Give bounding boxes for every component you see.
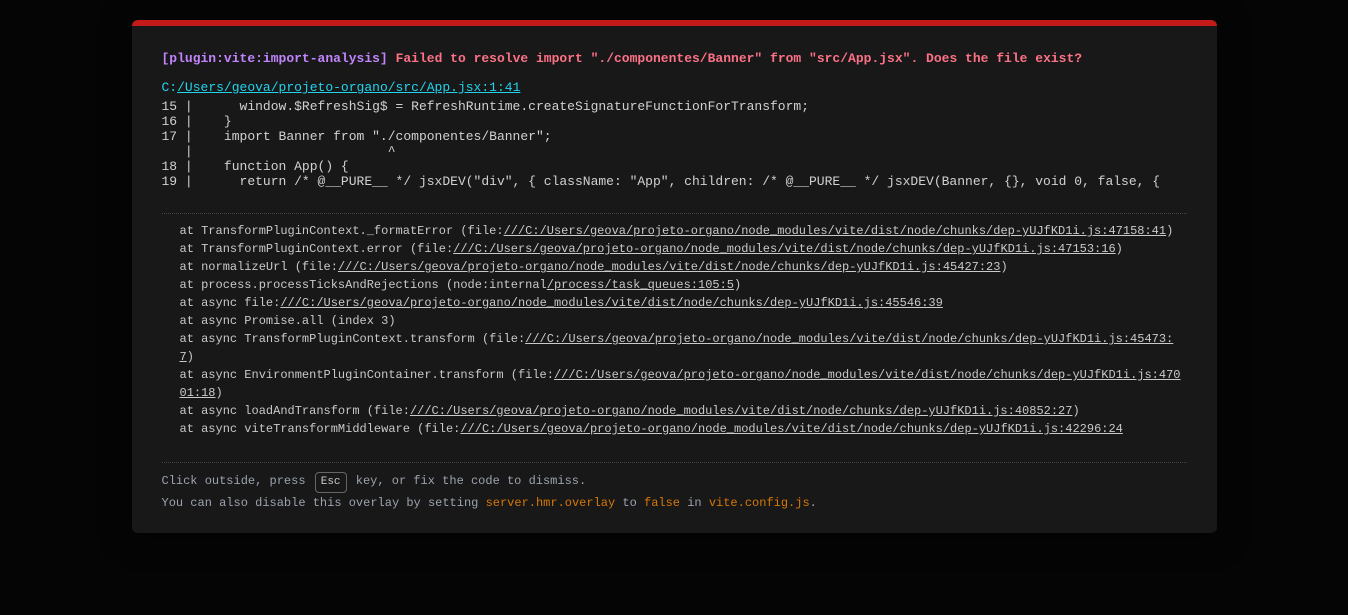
stack-link[interactable]: ///C:/Users/geova/projeto-organo/node_mo… xyxy=(180,368,1181,400)
stack-frame: at normalizeUrl (file:///C:/Users/geova/… xyxy=(180,258,1187,276)
vite-error-overlay: [plugin:vite:import-analysis] Failed to … xyxy=(132,20,1217,533)
code-frame[interactable]: 15 | window.$RefreshSig$ = RefreshRuntim… xyxy=(162,99,1187,199)
code-line: 15 | window.$RefreshSig$ = RefreshRuntim… xyxy=(162,99,810,114)
divider xyxy=(162,462,1187,463)
stack-link[interactable]: ///C:/Users/geova/projeto-organo/node_mo… xyxy=(338,260,1001,274)
plugin-tag: [plugin:vite:import-analysis] xyxy=(162,51,388,66)
file-path-link[interactable]: /Users/geova/projeto-organo/src/App.jsx:… xyxy=(177,80,520,95)
code-line: 16 | } xyxy=(162,114,232,129)
overlay-content: [plugin:vite:import-analysis] Failed to … xyxy=(132,26,1217,533)
stack-frame: at async viteTransformMiddleware (file:/… xyxy=(180,420,1187,438)
config-key: server.hmr.overlay xyxy=(486,496,616,510)
dismiss-tip: Click outside, press Esc key, or fix the… xyxy=(162,471,1187,513)
stack-trace: at TransformPluginContext._formatError (… xyxy=(162,222,1187,448)
stack-link[interactable]: ///C:/Users/geova/projeto-organo/node_mo… xyxy=(460,422,1123,436)
drive-label: C: xyxy=(162,80,178,95)
stack-link[interactable]: /process/task_queues:105:5 xyxy=(547,278,734,292)
stack-frame: at async file:///C:/Users/geova/projeto-… xyxy=(180,294,1187,312)
tip-text: Click outside, press xyxy=(162,474,313,488)
tip-text: in xyxy=(680,496,709,510)
stack-link[interactable]: ///C:/Users/geova/projeto-organo/node_mo… xyxy=(180,332,1174,364)
tip-text: key, or fix the code to dismiss. xyxy=(349,474,587,488)
stack-frame: at TransformPluginContext.error (file://… xyxy=(180,240,1187,258)
stack-frame: at async EnvironmentPluginContainer.tran… xyxy=(180,366,1187,402)
error-header: [plugin:vite:import-analysis] Failed to … xyxy=(162,51,1187,66)
esc-key: Esc xyxy=(315,472,347,493)
code-line: | ^ xyxy=(162,144,396,159)
stack-frame: at process.processTicksAndRejections (no… xyxy=(180,276,1187,294)
stack-link[interactable]: ///C:/Users/geova/projeto-organo/node_mo… xyxy=(453,242,1116,256)
config-file: vite.config.js xyxy=(709,496,810,510)
tip-text: to xyxy=(615,496,644,510)
code-line: 17 | import Banner from "./componentes/B… xyxy=(162,129,552,144)
tip-text: . xyxy=(810,496,817,510)
error-message: Failed to resolve import "./componentes/… xyxy=(396,51,1083,66)
stack-frame: at async loadAndTransform (file:///C:/Us… xyxy=(180,402,1187,420)
divider xyxy=(162,213,1187,214)
stack-link[interactable]: ///C:/Users/geova/projeto-organo/node_mo… xyxy=(504,224,1167,238)
tip-text: You can also disable this overlay by set… xyxy=(162,496,486,510)
stack-link[interactable]: ///C:/Users/geova/projeto-organo/node_mo… xyxy=(410,404,1073,418)
code-line: 19 | return /* @__PURE__ */ jsxDEV("div"… xyxy=(162,174,1161,189)
error-file-path: C:/Users/geova/projeto-organo/src/App.js… xyxy=(162,80,1187,95)
code-line: 18 | function App() { xyxy=(162,159,349,174)
stack-frame: at async Promise.all (index 3) xyxy=(180,312,1187,330)
stack-frame: at TransformPluginContext._formatError (… xyxy=(180,222,1187,240)
stack-frame: at async TransformPluginContext.transfor… xyxy=(180,330,1187,366)
config-value: false xyxy=(644,496,680,510)
stack-link[interactable]: ///C:/Users/geova/projeto-organo/node_mo… xyxy=(280,296,943,310)
